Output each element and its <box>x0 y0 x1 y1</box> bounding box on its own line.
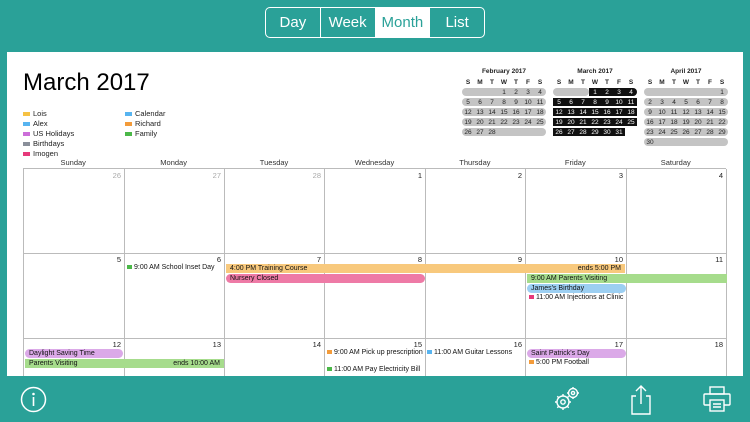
color-swatch-icon <box>23 142 30 147</box>
tab-week[interactable]: Week <box>321 8 376 37</box>
event-injections[interactable]: 11:00 AM Injections at Clinic <box>529 294 624 302</box>
event-color-marker-icon <box>529 295 534 300</box>
mini-calendar-march[interactable]: March 2017 SMTWTFS 1234 5 6 7 8 9 10 11 12 13 14… <box>553 68 637 137</box>
legend-item[interactable]: Alex <box>23 119 48 129</box>
day-cell[interactable]: 2 <box>425 169 526 254</box>
legend-item[interactable]: Birthdays <box>23 139 64 149</box>
event-training-course[interactable]: 4:00 PM Training Course ends 5:00 PM <box>226 264 625 273</box>
day-cell[interactable]: 3 <box>526 169 627 254</box>
color-swatch-icon <box>23 132 30 137</box>
day-cell[interactable]: 26 <box>24 169 125 254</box>
event-color-marker-icon <box>327 367 332 372</box>
mini-week: 12 13 14 15 16 17 18 <box>462 107 546 117</box>
event-color-marker-icon <box>327 350 332 355</box>
top-toolbar: Day Week Month List <box>0 0 750 46</box>
mini-week: 23 24 25 26 27 28 29 <box>644 127 728 137</box>
mini-week: 30 <box>644 137 728 147</box>
bottom-toolbar <box>0 376 750 422</box>
mini-week: 5 6 7 8 9 10 11 <box>553 97 637 107</box>
settings-gears-icon[interactable] <box>552 384 582 414</box>
event-color-marker-icon <box>427 350 432 355</box>
legend-item[interactable]: Lois <box>23 109 47 119</box>
mini-week: 19 20 21 22 23 24 25 <box>553 117 637 127</box>
view-segmented-control: Day Week Month List <box>265 7 485 38</box>
share-icon[interactable] <box>628 384 654 416</box>
color-swatch-icon <box>23 112 30 117</box>
event-pickup-prescription[interactable]: 9:00 AM Pick up prescription <box>327 349 423 357</box>
event-electricity-bill[interactable]: 11:00 AM Pay Electricity Bill <box>327 366 423 374</box>
page-title: March 2017 <box>23 69 150 96</box>
day-cell[interactable]: 4 <box>626 169 727 254</box>
legend-item[interactable]: Richard <box>125 119 161 129</box>
event-football[interactable]: 5:00 PM Football <box>529 359 589 367</box>
mini-week: 9 10 11 12 13 14 15 <box>644 107 728 117</box>
mini-week: 1234 <box>553 87 637 97</box>
mini-week: 5 6 7 8 9 10 11 <box>462 97 546 107</box>
event-parents-visiting-2[interactable]: Parents Visiting ends 10:00 AM <box>25 359 224 368</box>
mini-week: 26 27 28 29 30 31 <box>553 127 637 137</box>
mini-calendar-february[interactable]: February 2017 SMTWTFS 1234 5 6 7 8 9 10 11 12 1… <box>462 68 546 137</box>
tab-month[interactable]: Month <box>375 8 431 37</box>
mini-week: 12 13 14 15 16 17 18 <box>553 107 637 117</box>
tab-day[interactable]: Day <box>266 8 321 37</box>
day-cell[interactable]: 28 <box>224 169 325 254</box>
mini-calendar-april[interactable]: April 2017 SMTWTFS 1 2345678 9 10 11 12 13 14… <box>644 68 728 147</box>
event-parents-visiting[interactable]: 9:00 AM Parents Visiting <box>527 274 727 283</box>
legend-item[interactable]: Calendar <box>125 109 165 119</box>
mini-week: 1 <box>644 87 728 97</box>
mini-week: 16 17 18 19 20 21 22 <box>644 117 728 127</box>
print-icon[interactable] <box>702 385 732 413</box>
day-cell[interactable]: 1 <box>325 169 426 254</box>
event-nursery-closed[interactable]: Nursery Closed <box>226 274 425 283</box>
month-grid: 26 27 28 1 2 3 4 5 6 7 8 9 10 11 12 13 1… <box>23 168 727 383</box>
calendar-sheet: March 2017 Lois Alex US Holidays Birthda… <box>7 52 743 383</box>
color-swatch-icon <box>125 132 132 137</box>
mini-week: 19 20 21 22 23 24 25 <box>462 117 546 127</box>
event-saint-patricks[interactable]: Saint Patrick's Day <box>527 349 626 358</box>
legend-item[interactable]: US Holidays <box>23 129 74 139</box>
legend-item[interactable]: Family <box>125 129 157 139</box>
day-cell[interactable]: 11 <box>626 253 727 339</box>
event-color-marker-icon <box>127 265 132 270</box>
event-color-marker-icon <box>529 360 534 365</box>
mini-week: 1234 <box>462 87 546 97</box>
day-cell[interactable]: 5 <box>24 253 125 339</box>
info-icon[interactable] <box>20 386 47 413</box>
mini-week: 26 27 28 <box>462 127 546 137</box>
event-school-inset[interactable]: 9:00 AM School Inset Day <box>127 264 215 272</box>
event-guitar-lessons[interactable]: 11:00 AM Guitar Lessons <box>427 349 512 357</box>
weekday-header: Sunday Monday Tuesday Wednesday Thursday… <box>60 158 691 167</box>
color-swatch-icon <box>125 122 132 127</box>
event-james-birthday[interactable]: James's Birthday <box>527 284 626 293</box>
mini-week: 2345678 <box>644 97 728 107</box>
day-cell[interactable]: 27 <box>124 169 225 254</box>
color-swatch-icon <box>23 152 30 157</box>
tab-list[interactable]: List <box>430 8 484 37</box>
color-swatch-icon <box>125 112 132 117</box>
color-swatch-icon <box>23 122 30 127</box>
event-daylight-saving[interactable]: Daylight Saving Time <box>25 349 123 358</box>
